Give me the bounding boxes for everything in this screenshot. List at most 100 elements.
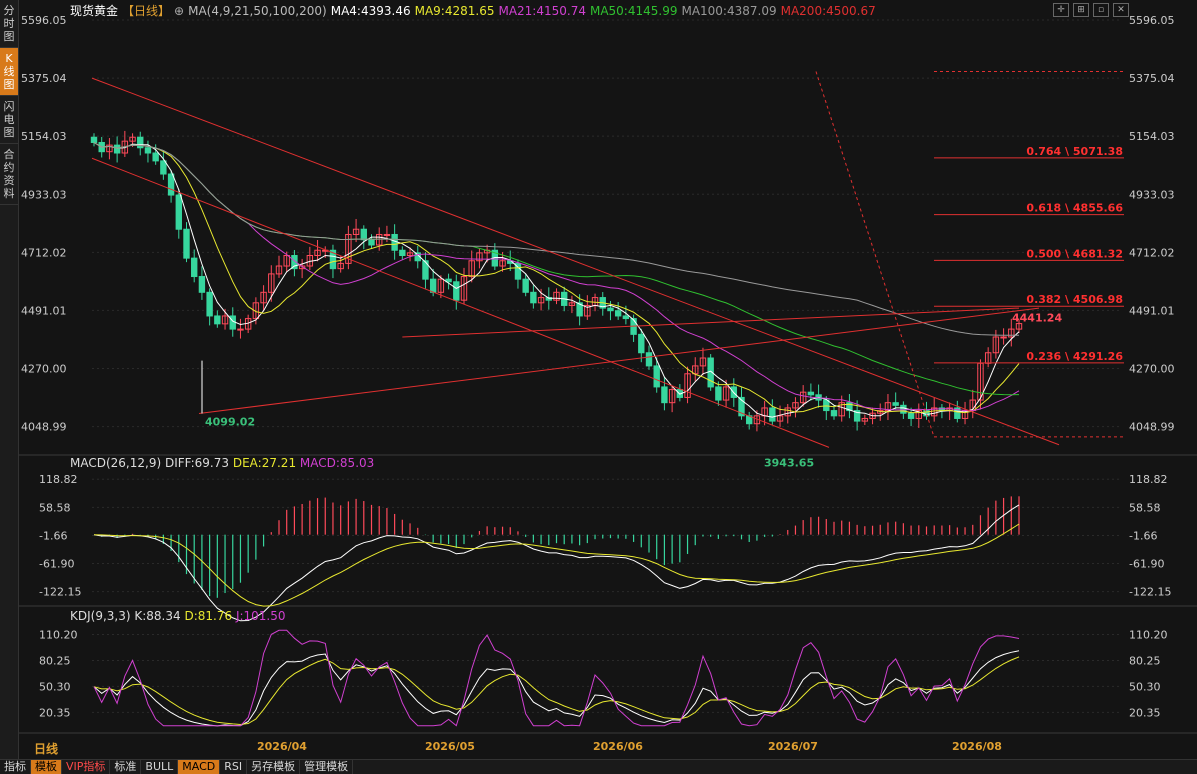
macd-value: MACD:85.03 — [299, 456, 375, 470]
tab-flash[interactable]: 闪电图 — [0, 96, 18, 144]
ma21-value: MA21:4150.74 — [498, 4, 586, 18]
add-icon[interactable]: ⊕ — [174, 4, 184, 18]
left-sidebar: 分时图 K线图 闪电图 合约资料 — [0, 0, 19, 760]
candle-down — [607, 307, 614, 312]
candle-down — [823, 399, 830, 412]
kdj-k-line — [93, 650, 1020, 727]
candle-down — [360, 228, 367, 241]
candle-down — [198, 276, 206, 293]
fib-level-label: 0.764 \ 5071.38 — [1026, 145, 1123, 158]
candle-down — [214, 315, 221, 325]
candle-down — [907, 412, 915, 419]
kdj-d: D:81.76 — [184, 609, 233, 623]
candle-down — [530, 291, 537, 304]
y-tick-label-left: 4491.01 — [21, 304, 67, 317]
tab-kline[interactable]: K线图 — [0, 48, 18, 96]
trendline-support — [198, 307, 1040, 414]
candle-down — [892, 402, 899, 406]
y-tick-label-right: 4048.99 — [1129, 421, 1175, 434]
kdj-tick-label-left: 80.25 — [39, 654, 71, 667]
kdj-j-line — [93, 629, 1020, 727]
y-tick-label-right: 4933.03 — [1129, 188, 1175, 201]
kdj-label: KDJ(9,3,3) — [70, 609, 131, 623]
crosshair-icon[interactable]: ✛ — [1053, 3, 1069, 17]
candle-down — [422, 260, 429, 280]
macd-tick-label-right: 58.58 — [1129, 501, 1161, 514]
tab-standard[interactable]: 标准 — [110, 760, 142, 774]
kdj-tick-label-right: 20.35 — [1129, 706, 1161, 719]
candle-down — [645, 352, 653, 367]
fib-level-label: 0.382 \ 4506.98 — [1026, 293, 1123, 306]
trendline-upper — [91, 77, 1060, 446]
tab-indicators[interactable]: 指标 — [0, 760, 31, 774]
kdj-tick-label-left: 20.35 — [39, 706, 71, 719]
macd-tick-label-right: -61.90 — [1129, 558, 1164, 571]
ma4-value: MA4:4393.46 — [330, 4, 411, 18]
candle-down — [622, 315, 630, 320]
x-axis-label: 2026/07 — [768, 740, 818, 753]
x-axis-label: 2026/08 — [952, 740, 1002, 753]
candle-down — [183, 228, 190, 259]
tab-timeshare[interactable]: 分时图 — [0, 0, 18, 48]
tab-contract-info[interactable]: 合约资料 — [0, 144, 18, 205]
kdj-tick-label-left: 50.30 — [39, 680, 71, 693]
tab-rsi[interactable]: RSI — [220, 760, 248, 774]
ma100-value: MA100:4387.09 — [681, 4, 777, 18]
period-label[interactable]: 日线 — [34, 740, 58, 757]
tab-manage-template[interactable]: 管理模板 — [300, 760, 354, 774]
candle-down — [160, 160, 167, 175]
y-tick-label-left: 4933.03 — [21, 188, 67, 201]
chart-area[interactable]: 5596.05 5596.05 5375.04 5375.04 5154.03 5154.… — [19, 0, 1197, 760]
macd-tick-label-right: -122.15 — [1129, 586, 1171, 599]
candle-up — [383, 233, 391, 236]
y-tick-label-right: 5154.03 — [1129, 130, 1175, 143]
x-axis-label: 2026/06 — [593, 740, 643, 753]
candle-down — [90, 136, 98, 143]
macd-tick-label-left: -1.66 — [39, 529, 67, 542]
fib-level-label: 0.500 \ 4681.32 — [1026, 247, 1123, 260]
candle-down — [807, 391, 815, 396]
period-tag[interactable]: 【日线】 — [122, 4, 170, 18]
zoom-icon[interactable]: ⊞ — [1073, 3, 1089, 17]
candle-down — [715, 386, 722, 401]
tab-bull[interactable]: BULL — [141, 760, 179, 774]
kdj-tick-label-left: 110.20 — [39, 628, 78, 641]
candle-down — [453, 281, 460, 301]
y-tick-label-right: 5596.05 — [1129, 14, 1175, 27]
bottom-toolbar: 指标 模板 VIP指标 标准 BULL MACD RSI 另存模板 管理模板 — [0, 759, 1197, 774]
ma-line-9 — [93, 142, 1020, 414]
y-tick-label-left: 5375.04 — [21, 72, 67, 85]
low-annotation: 3943.65 — [764, 456, 814, 469]
tab-macd[interactable]: MACD — [178, 760, 221, 774]
candle-down — [399, 249, 406, 257]
kdj-k: K:88.34 — [134, 609, 181, 623]
candle-down — [769, 407, 776, 422]
window-controls: ✛ ⊞ ▫ ✕ — [1049, 2, 1129, 17]
tab-vip-indicators[interactable]: VIP指标 — [62, 760, 111, 774]
ma-line-50 — [93, 142, 1020, 396]
candle-down — [206, 291, 213, 317]
candle-down — [830, 410, 838, 417]
close-icon[interactable]: ✕ — [1113, 3, 1129, 17]
symbol-name: 现货黄金 — [70, 4, 119, 18]
trendline-lower — [91, 157, 830, 448]
candle-down — [368, 239, 375, 246]
chart-canvas[interactable]: 5596.05 5596.05 5375.04 5375.04 5154.03 5154.… — [19, 0, 1197, 760]
low-annotation: 4099.02 — [205, 415, 255, 428]
restore-icon[interactable]: ▫ — [1093, 3, 1109, 17]
y-tick-label-left: 4270.00 — [21, 363, 67, 376]
ma200-value: MA200:4500.67 — [780, 4, 876, 18]
y-tick-label-right: 4712.02 — [1129, 246, 1175, 259]
candle-up — [237, 328, 244, 331]
macd-diff: DIFF:69.73 — [164, 456, 230, 470]
tab-save-template[interactable]: 另存模板 — [247, 760, 301, 774]
candle-down — [113, 144, 121, 154]
macd-label: MACD(26,12,9) — [70, 456, 162, 470]
macd-tick-label-left: -61.90 — [39, 558, 74, 571]
candle-down — [614, 310, 622, 317]
high-annotation: 4441.24 — [1012, 312, 1062, 325]
y-tick-label-left: 4048.99 — [21, 421, 67, 434]
kdj-tick-label-right: 110.20 — [1129, 628, 1168, 641]
candle-down — [144, 147, 152, 154]
tab-templates[interactable]: 模板 — [31, 760, 62, 774]
